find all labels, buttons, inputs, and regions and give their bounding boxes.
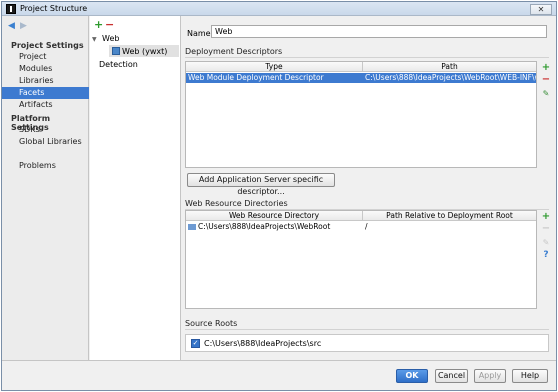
tree-node-detection[interactable]: Detection xyxy=(99,59,138,70)
help-button[interactable]: Help xyxy=(512,369,548,383)
help-icon[interactable]: ? xyxy=(541,250,551,260)
title-bar: Project Structure ✕ xyxy=(2,2,556,16)
edit-resource-icon[interactable]: ✎ xyxy=(541,238,551,248)
tree-node-web-label: Web xyxy=(102,34,120,43)
nav-item-problems[interactable]: Problems xyxy=(2,160,89,172)
add-server-descriptor-button[interactable]: Add Application Server specific descript… xyxy=(187,173,335,196)
resource-directory-text: C:\Users\888\IdeaProjects\WebRoot xyxy=(198,222,331,231)
descriptor-toolbar: + − ✎ xyxy=(541,63,551,103)
deployment-descriptors-label: Deployment Descriptors xyxy=(185,47,283,56)
source-root-checkbox[interactable]: ✓ xyxy=(191,339,200,348)
tree-node-web-ywxt[interactable]: Web (ywxt) xyxy=(112,46,167,57)
tree-node-web-ywxt-label: Web (ywxt) xyxy=(122,47,168,56)
dialog-button-bar: OK Cancel Apply Help xyxy=(2,360,556,390)
source-roots-label: Source Roots xyxy=(185,319,238,328)
nav-item-modules[interactable]: Modules xyxy=(2,63,89,75)
source-root-path: C:\Users\888\IdeaProjects\src xyxy=(204,339,322,348)
expand-triangle-icon[interactable]: ▼ xyxy=(92,34,102,45)
window-title: Project Structure xyxy=(20,4,88,13)
intellij-app-icon xyxy=(6,4,16,14)
table-header: Type Path xyxy=(186,62,536,72)
facet-tree-panel: + − ▼ Web Web (ywxt) Detection xyxy=(90,16,181,360)
nav-item-project[interactable]: Project xyxy=(2,51,89,63)
nav-item-sdks[interactable]: SDKs xyxy=(2,124,89,136)
add-resource-icon[interactable]: + xyxy=(541,212,551,222)
settings-navigation: ◀ ▶ Project Settings Project Modules Lib… xyxy=(2,16,89,360)
descriptor-path-cell: C:\Users\888\IdeaProjects\WebRoot\WEB-IN… xyxy=(365,73,536,82)
resource-toolbar: + − ✎ ? xyxy=(541,212,551,264)
add-descriptor-icon[interactable]: + xyxy=(541,63,551,73)
column-web-resource-directory[interactable]: Web Resource Directory xyxy=(186,211,363,221)
web-facet-icon xyxy=(112,47,120,55)
add-facet-icon[interactable]: + xyxy=(94,19,103,30)
remove-facet-icon[interactable]: − xyxy=(105,19,114,30)
column-type[interactable]: Type xyxy=(186,62,363,72)
tree-node-web[interactable]: ▼ Web xyxy=(92,33,119,44)
cancel-button[interactable]: Cancel xyxy=(435,369,468,383)
column-relative-path[interactable]: Path Relative to Deployment Root xyxy=(363,211,536,221)
remove-resource-icon[interactable]: − xyxy=(541,224,551,234)
folder-icon xyxy=(188,224,196,230)
project-settings-header: Project Settings xyxy=(11,41,84,50)
remove-descriptor-icon[interactable]: − xyxy=(541,75,551,85)
web-resource-directories-table[interactable]: Web Resource Directory Path Relative to … xyxy=(185,210,537,309)
close-window-button[interactable]: ✕ xyxy=(530,4,552,15)
nav-item-global-libraries[interactable]: Global Libraries xyxy=(2,136,89,148)
relative-path-cell: / xyxy=(365,222,368,231)
name-label: Name: xyxy=(187,29,214,38)
ok-button[interactable]: OK xyxy=(396,369,428,383)
nav-item-facets[interactable]: Facets xyxy=(2,87,89,99)
column-path[interactable]: Path xyxy=(363,62,536,72)
facet-name-field[interactable]: Web xyxy=(211,25,547,38)
table-row[interactable]: C:\Users\888\IdeaProjects\WebRoot / xyxy=(186,222,536,232)
section-divider xyxy=(185,57,549,58)
source-roots-list: ✓ C:\Users\888\IdeaProjects\src xyxy=(185,334,549,352)
nav-item-artifacts[interactable]: Artifacts xyxy=(2,99,89,111)
table-row[interactable]: Web Module Deployment Descriptor C:\User… xyxy=(186,73,536,83)
web-resource-directories-label: Web Resource Directories xyxy=(185,199,288,208)
nav-item-libraries[interactable]: Libraries xyxy=(2,75,89,87)
project-structure-dialog: Project Structure ✕ ◀ ▶ Project Settings… xyxy=(1,1,557,391)
table-header: Web Resource Directory Path Relative to … xyxy=(186,211,536,221)
edit-descriptor-icon[interactable]: ✎ xyxy=(541,89,551,99)
forward-arrow-icon[interactable]: ▶ xyxy=(20,22,27,31)
section-divider xyxy=(185,329,549,330)
deployment-descriptors-table[interactable]: Type Path Web Module Deployment Descript… xyxy=(185,61,537,168)
descriptor-type-cell: Web Module Deployment Descriptor xyxy=(188,73,324,82)
apply-button[interactable]: Apply xyxy=(474,369,506,383)
facet-settings-panel: Name: Web Deployment Descriptors Type Pa… xyxy=(182,16,556,360)
back-arrow-icon[interactable]: ◀ xyxy=(8,22,15,31)
resource-directory-cell: C:\Users\888\IdeaProjects\WebRoot xyxy=(186,222,363,232)
